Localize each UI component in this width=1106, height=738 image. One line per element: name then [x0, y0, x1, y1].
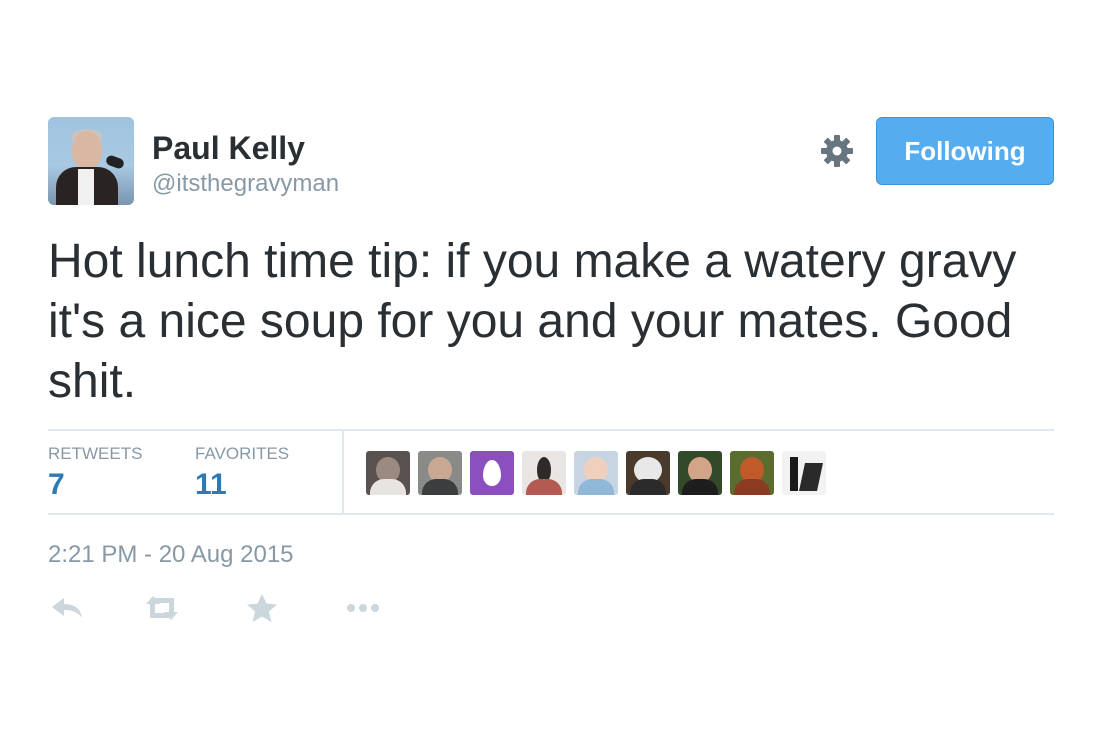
- favorites-label[interactable]: FAVORITES: [195, 444, 289, 464]
- author-avatar[interactable]: [48, 117, 134, 205]
- retweet-icon[interactable]: [142, 592, 182, 624]
- avatar-face: [72, 131, 102, 169]
- author-name[interactable]: Paul Kelly: [152, 130, 305, 166]
- favoriter-avatar[interactable]: [366, 451, 410, 495]
- favoriter-avatar[interactable]: [522, 451, 566, 495]
- following-button[interactable]: Following: [876, 117, 1054, 185]
- avatar-microphone: [104, 154, 126, 170]
- avatar-shirt: [78, 169, 94, 205]
- retweets-label[interactable]: RETWEETS: [48, 444, 142, 464]
- tweet-card: Paul Kelly @itsthegravyman Following Hot…: [0, 0, 1106, 738]
- stats-vertical-divider: [342, 431, 344, 513]
- reply-icon[interactable]: [48, 592, 88, 624]
- cat-avatar[interactable]: [626, 451, 670, 495]
- favoriter-avatar[interactable]: [418, 451, 462, 495]
- stats-bottom-divider: [48, 513, 1054, 515]
- favoriter-avatar[interactable]: [782, 451, 826, 495]
- favorite-icon[interactable]: [242, 592, 282, 624]
- favoriter-avatar[interactable]: [574, 451, 618, 495]
- more-icon[interactable]: [344, 592, 384, 624]
- tweet-timestamp[interactable]: 2:21 PM - 20 Aug 2015: [48, 541, 294, 569]
- egg-avatar[interactable]: [470, 451, 514, 495]
- gear-icon[interactable]: [819, 133, 855, 169]
- stats-top-divider: [48, 429, 1054, 431]
- retweets-count[interactable]: 7: [48, 468, 65, 502]
- favoriter-avatar[interactable]: [678, 451, 722, 495]
- tweet-text: Hot lunch time tip: if you make a watery…: [48, 235, 1017, 408]
- favorites-count[interactable]: 11: [195, 468, 227, 502]
- author-handle[interactable]: @itsthegravyman: [152, 170, 339, 198]
- favoriter-avatar[interactable]: [730, 451, 774, 495]
